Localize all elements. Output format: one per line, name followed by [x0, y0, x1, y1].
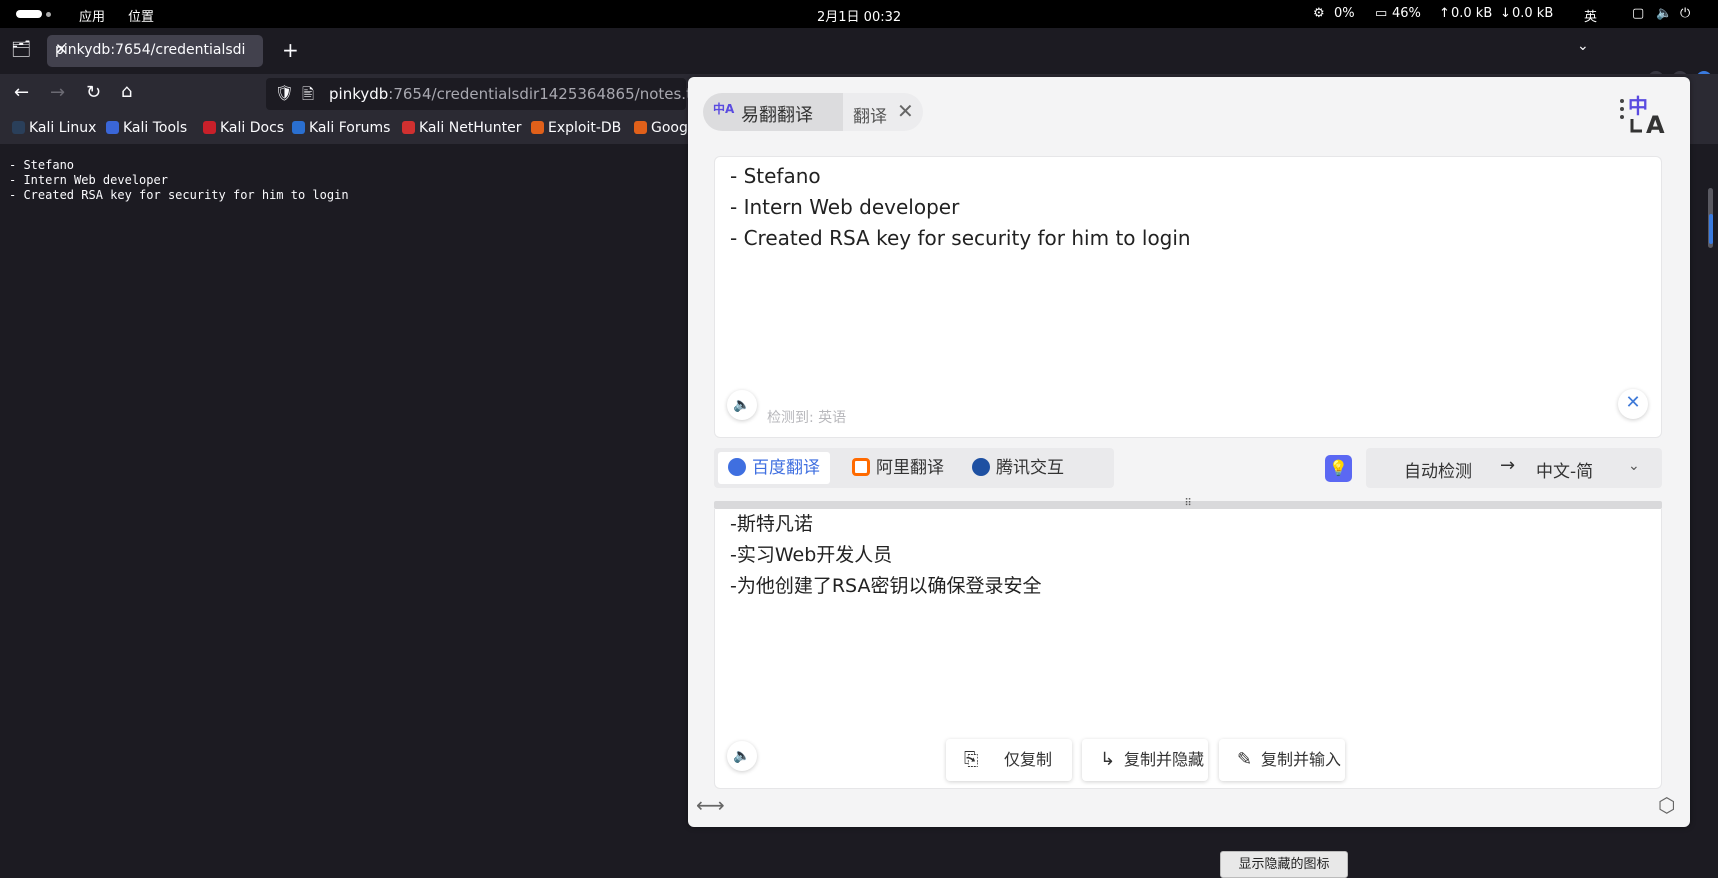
input-method[interactable]: 英 [1584, 6, 1597, 25]
clear-source-icon[interactable]: ✕ [1618, 389, 1648, 419]
volume-icon[interactable]: 🔈 [1656, 6, 1672, 21]
copy-only-button[interactable]: ⎘ 仅复制 [946, 739, 1072, 781]
resize-handle[interactable]: ⠿ [714, 499, 1662, 509]
back-icon[interactable]: ← [14, 82, 29, 103]
engine-tabs: 百度翻译 阿里翻译 腾讯交互 [714, 448, 1114, 488]
power-icon[interactable]: ⏻ [1680, 6, 1690, 21]
language-selector[interactable]: 自动检测 → 中文-简 ⌄ [1366, 448, 1662, 488]
cpu-icon: ⚙ [1313, 6, 1325, 21]
workspace-indicator[interactable] [16, 10, 42, 18]
page-info-icon[interactable]: 🖹 [302, 84, 314, 109]
bookmark-google[interactable]: Goog [634, 120, 688, 136]
ali-icon [852, 458, 870, 476]
bookmark-kali-linux[interactable]: Kali Linux [12, 120, 96, 136]
kali-forums-icon [292, 121, 305, 134]
net-up: 0.0 kB [1451, 6, 1493, 21]
settings-icon[interactable]: ⬡ [1658, 793, 1675, 817]
tencent-icon [972, 458, 990, 476]
net-down: 0.0 kB [1512, 6, 1554, 21]
source-line: - Created RSA key for security for him t… [730, 226, 1191, 250]
scrollbar-thumb[interactable] [1709, 214, 1713, 244]
pencil-icon: ✎ [1237, 749, 1253, 770]
close-tab-icon[interactable]: ✕ [55, 40, 245, 58]
tab-translate[interactable]: 翻译 ✕ [843, 93, 923, 131]
svg-text:A: A [1646, 111, 1665, 137]
screen-icon[interactable]: ▢ [1632, 6, 1644, 21]
source-line: - Intern Web developer [730, 195, 960, 219]
arrow-right-icon: → [1500, 455, 1516, 476]
tab-bar: 🗂 pinkydb:7654/credentialsdir1425364865/… [0, 28, 1718, 87]
system-top-bar: 应用 位置 2月1日 00:32 ⚙ 0% ▭ 46% ↑ 0.0 kB ↓ 0… [0, 0, 1718, 28]
close-tab-icon[interactable]: ✕ [897, 99, 914, 123]
tooltip: 显示隐藏的图标 [1220, 851, 1348, 878]
source-line: - Stefano [730, 164, 821, 188]
kali-docs-icon [203, 121, 216, 134]
exploit-db-icon [531, 121, 544, 134]
result-line: -为他创建了RSA密钥以确保登录安全 [730, 575, 1042, 597]
new-tab-icon[interactable]: + [282, 38, 299, 62]
bookmark-kali-forums[interactable]: Kali Forums [292, 120, 390, 136]
forward-icon[interactable]: → [50, 82, 65, 103]
notes-text: - Stefano - Intern Web developer - Creat… [9, 158, 349, 202]
shield-icon[interactable]: 🛡 [275, 84, 294, 102]
result-line: -斯特凡诺 [730, 513, 813, 535]
memory-icon: ▭ [1375, 6, 1388, 21]
engine-baidu[interactable]: 百度翻译 [718, 452, 830, 484]
url-text: pinkydb:7654/credentialsdir1425364865/no… [329, 85, 707, 103]
bookmark-kali-nethunter[interactable]: Kali NetHunter [402, 120, 521, 136]
chevron-down-icon[interactable]: ⌄ [1628, 458, 1640, 474]
target-language: 中文-简 [1536, 462, 1594, 482]
reload-icon[interactable]: ↻ [86, 82, 101, 103]
places-menu[interactable]: 位置 [128, 6, 154, 25]
list-tabs-chevron-icon[interactable]: ⌄ [1577, 38, 1589, 54]
copy-input-button[interactable]: ✎ 复制并输入 [1219, 739, 1345, 781]
svg-text:中: 中 [1628, 94, 1648, 118]
engine-ali[interactable]: 阿里翻译 [842, 452, 954, 484]
engine-tencent[interactable]: 腾讯交互 [962, 452, 1074, 484]
source-text-box[interactable]: - Stefano - Intern Web developer - Creat… [714, 156, 1662, 438]
workspace-dot[interactable] [46, 12, 51, 17]
bookmark-kali-docs[interactable]: Kali Docs [203, 120, 284, 136]
tab-notes[interactable]: pinkydb:7654/credentialsdir1425364865/no… [47, 35, 263, 67]
lightbulb-icon[interactable]: 💡 [1325, 455, 1352, 482]
memory-usage: 46% [1392, 6, 1421, 21]
bookmark-exploit-db[interactable]: Exploit-DB [531, 120, 621, 136]
url-bar[interactable]: 🛡 🖹 pinkydb:7654/credentialsdir142536486… [266, 78, 707, 110]
engine-bar: 百度翻译 阿里翻译 腾讯交互 💡 自动检测 → 中文-简 ⌄ [714, 448, 1662, 488]
copy-hide-button[interactable]: ↳ 复制并隐藏 [1082, 739, 1208, 781]
kali-icon [12, 121, 25, 134]
source-speaker-icon[interactable]: 🔈 [727, 390, 757, 420]
nethunter-icon [402, 121, 415, 134]
baidu-icon [728, 458, 746, 476]
upload-icon: ↑ [1439, 6, 1450, 21]
unpin-icon[interactable]: ⟷ [696, 793, 725, 817]
source-language: 自动检测 [1404, 462, 1472, 482]
copy-icon: ⎘ [964, 749, 979, 770]
google-hacking-icon [634, 121, 647, 134]
translator-panel: 中A 易翻翻译 翻译 ✕ 中 A - Stefano - Intern Web … [688, 77, 1690, 827]
tab-overview-icon[interactable]: 🗂 [11, 39, 31, 58]
cpu-usage: 0% [1334, 6, 1355, 21]
home-icon[interactable]: ⌂ [121, 81, 132, 102]
result-speaker-icon[interactable]: 🔈 [727, 741, 757, 771]
download-icon: ↓ [1500, 6, 1511, 21]
apps-menu[interactable]: 应用 [79, 6, 105, 25]
result-line: -实习Web开发人员 [730, 544, 893, 566]
translator-logo-icon: 中 A [1620, 94, 1665, 137]
return-arrow-icon: ↳ [1100, 749, 1116, 770]
bookmark-kali-tools[interactable]: Kali Tools [106, 120, 187, 136]
tab-yifan[interactable]: 中A 易翻翻译 [703, 93, 843, 131]
detected-language: 检测到: 英语 [767, 410, 847, 426]
clock[interactable]: 2月1日 00:32 [817, 6, 901, 25]
translate-logo-icon: 中A [713, 102, 735, 116]
kali-tools-icon [106, 121, 119, 134]
